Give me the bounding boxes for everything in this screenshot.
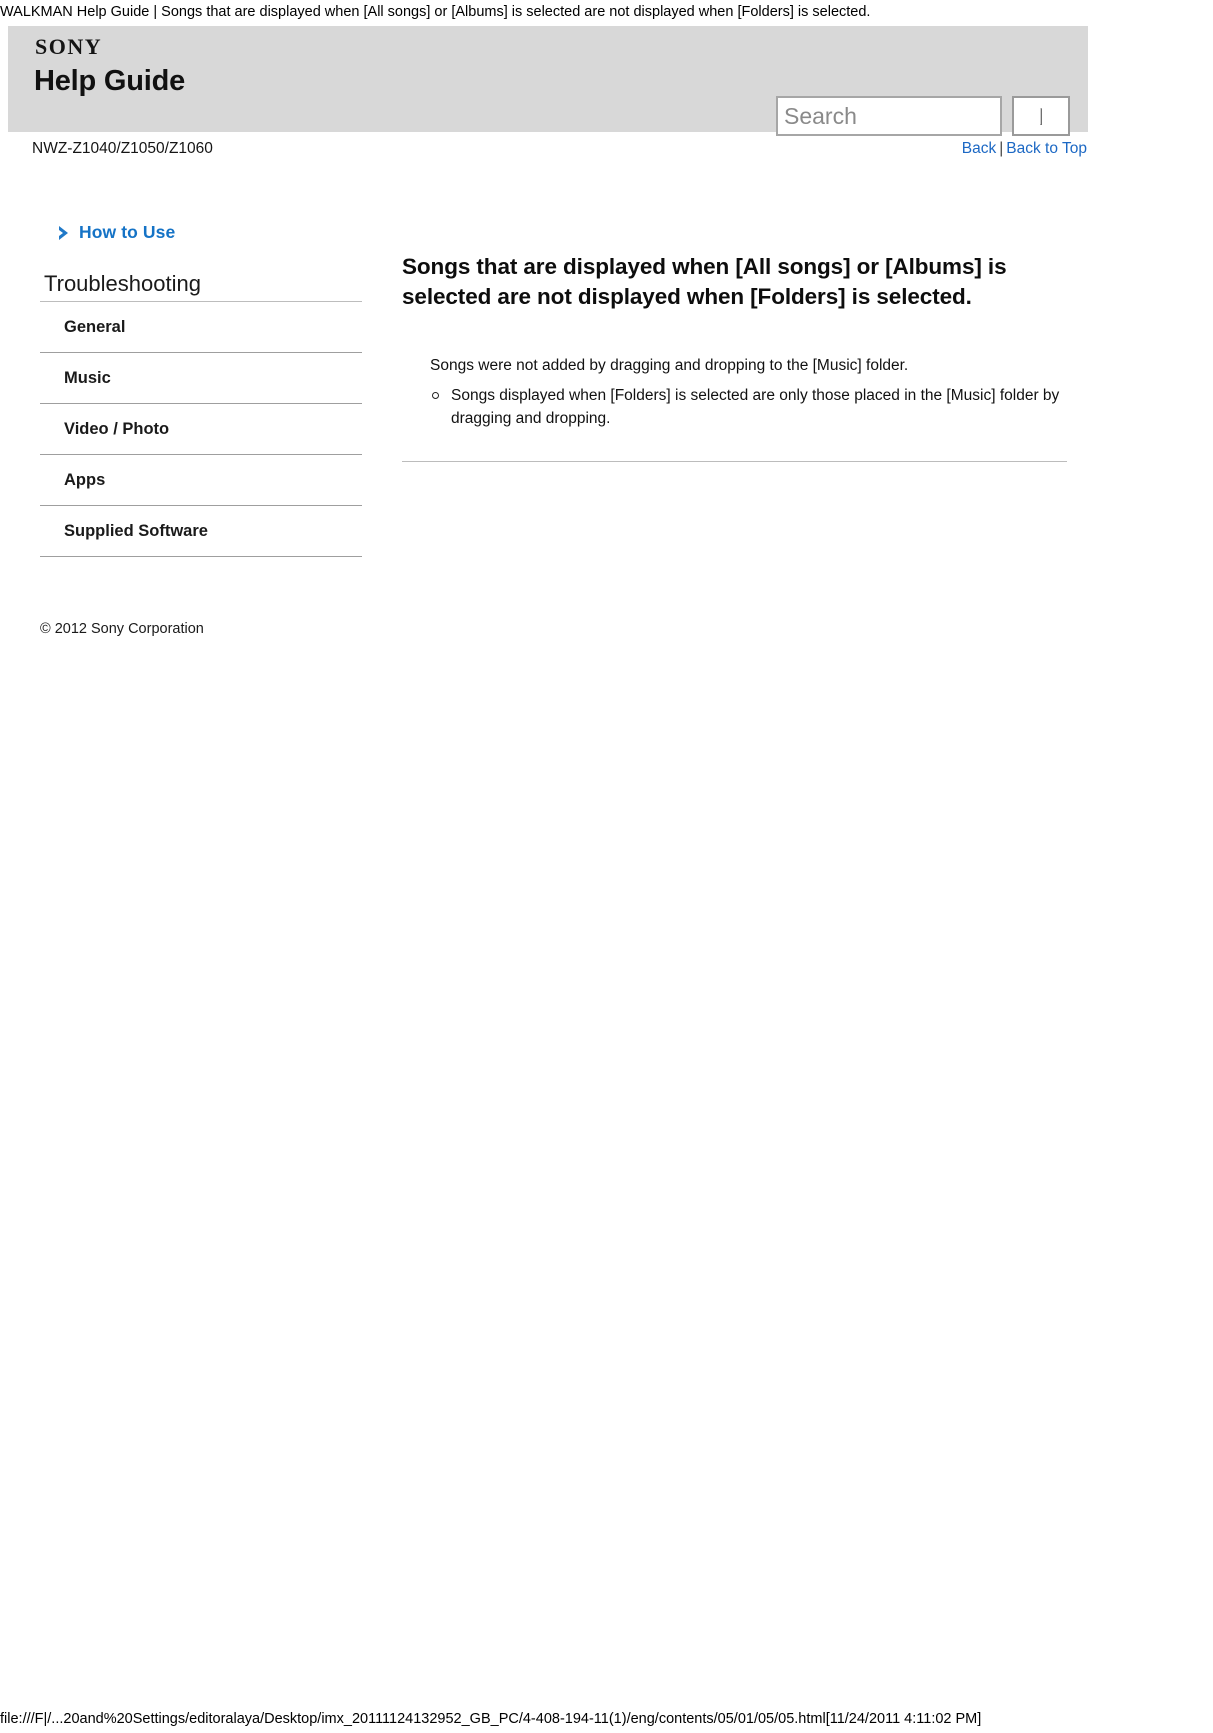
top-navigation-links: Back | Back to Top — [962, 140, 1087, 158]
sidebar-item-supplied-software[interactable]: Supplied Software — [40, 506, 362, 557]
status-bar-url: file:///F|/...20and%20Settings/editorala… — [0, 1711, 982, 1727]
document-title-header: WALKMAN Help Guide | Songs that are disp… — [0, 4, 871, 20]
search-button-face — [1040, 107, 1042, 125]
link-separator: | — [999, 140, 1004, 157]
search-submit-button[interactable] — [1012, 96, 1070, 136]
list-item-text: Songs displayed when [Folders] is select… — [451, 386, 1060, 427]
sidebar-item-supplied-software-label: Supplied Software — [64, 522, 208, 540]
sidebar-item-apps-label: Apps — [64, 471, 106, 489]
sidebar-item-general-label: General — [64, 318, 126, 336]
sidebar-item-apps[interactable]: Apps — [40, 455, 362, 506]
sidebar-item-general[interactable]: General — [40, 302, 362, 353]
search-area — [776, 96, 1076, 140]
sidebar-item-how-to-use[interactable]: How to Use — [58, 222, 362, 243]
sidebar-item-video-photo-label: Video / Photo — [64, 420, 170, 438]
list-item: Songs displayed when [Folders] is select… — [430, 385, 1067, 431]
sidebar-section-title: Troubleshooting — [40, 271, 362, 302]
sony-logo: SONY — [35, 34, 103, 59]
sidebar-item-music-label: Music — [64, 369, 111, 387]
sidebar-item-music[interactable]: Music — [40, 353, 362, 404]
back-link[interactable]: Back — [962, 140, 996, 157]
article-bullet-list: Songs displayed when [Folders] is select… — [430, 385, 1067, 431]
page-title: Help Guide — [34, 65, 186, 97]
model-number: NWZ-Z1040/Z1050/Z1060 — [32, 140, 213, 157]
circle-bullet-icon — [432, 391, 439, 399]
copyright-notice: © 2012 Sony Corporation — [40, 621, 204, 637]
chevron-right-icon — [58, 225, 72, 241]
main-content: Songs that are displayed when [All songs… — [402, 252, 1067, 462]
search-input[interactable] — [776, 96, 1002, 136]
sidebar: How to Use Troubleshooting General Music… — [40, 222, 362, 557]
site-masthead: SONY Help Guide — [8, 26, 1088, 136]
article-body: Songs were not added by dragging and dro… — [402, 355, 1067, 462]
back-to-top-link[interactable]: Back to Top — [1006, 140, 1087, 157]
article-lead-text: Songs were not added by dragging and dro… — [430, 357, 909, 375]
sidebar-item-how-to-use-label: How to Use — [79, 222, 176, 242]
article-heading: Songs that are displayed when [All songs… — [402, 254, 1007, 309]
sidebar-item-video-photo[interactable]: Video / Photo — [40, 404, 362, 455]
